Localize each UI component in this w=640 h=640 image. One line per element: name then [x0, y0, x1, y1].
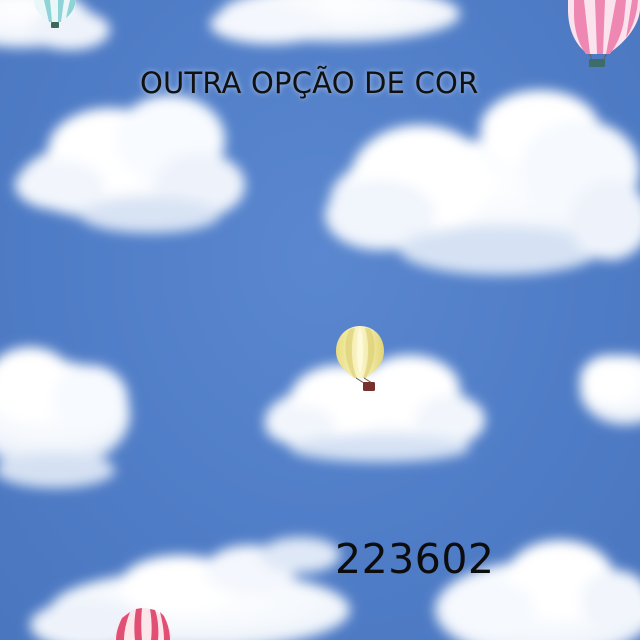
cloud-center: [265, 355, 485, 462]
product-code: 223602: [335, 535, 495, 583]
cloud-bottom-left: [30, 537, 350, 640]
hot-air-balloon-pink-top: [568, 0, 640, 67]
cloud-middle-right: [580, 355, 640, 425]
wallpaper-image: OUTRA OPÇÃO DE COR 223602: [0, 0, 640, 640]
cloud-top-center: [210, 0, 460, 44]
caption-text: OUTRA OPÇÃO DE COR: [140, 66, 479, 100]
cloud-upper-left: [15, 95, 245, 233]
cloud-middle-left: [0, 347, 130, 488]
cloud-upper-right: [325, 90, 640, 275]
